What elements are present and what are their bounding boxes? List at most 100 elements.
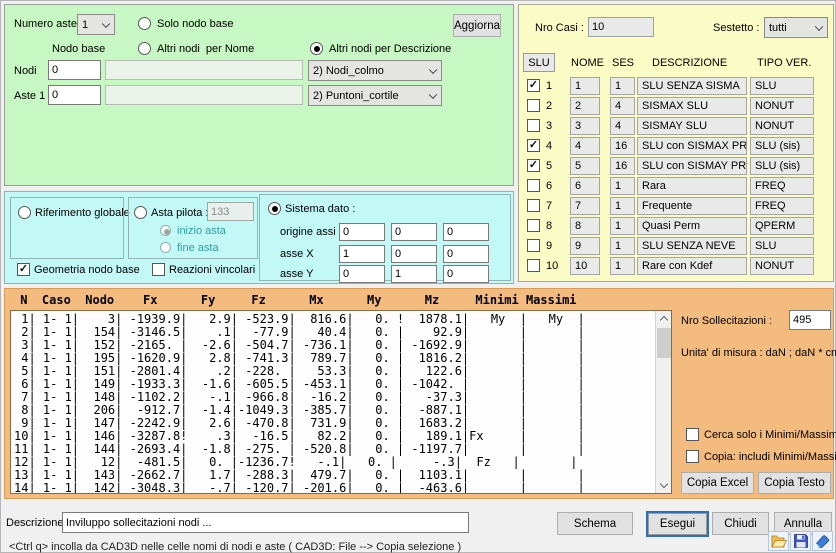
caso-nome-field[interactable]: 8 [570, 217, 600, 235]
aggiorna-button[interactable]: Aggiorna [453, 14, 501, 37]
caso-tipo-ver-field[interactable]: SLU (sis) [750, 157, 814, 175]
vertical-scrollbar[interactable] [655, 311, 671, 493]
caso-ses-field[interactable]: 1 [610, 237, 635, 255]
caso-nome-field[interactable]: 10 [570, 257, 600, 275]
caso-ses-field[interactable]: 1 [610, 197, 635, 215]
caso-nome-field[interactable]: 6 [570, 177, 600, 195]
caso-slu-checkbox[interactable] [527, 179, 540, 192]
asse-y-3-input[interactable] [443, 265, 489, 283]
scrollbar-thumb[interactable] [657, 328, 671, 358]
radio-fine-asta[interactable] [160, 242, 171, 253]
radio-asta-pilota[interactable] [134, 206, 147, 219]
caso-number: 7 [546, 200, 552, 213]
asse-y-1-input[interactable] [339, 265, 385, 283]
reazioni-vincolari-checkbox[interactable] [152, 263, 165, 276]
caso-nome-field[interactable]: 4 [570, 137, 600, 155]
caso-slu-checkbox[interactable] [527, 219, 540, 232]
caso-descrizione-field[interactable]: SISMAY SLU [637, 117, 747, 135]
caso-nome-field[interactable]: 7 [570, 197, 600, 215]
radio-solo-nodo-base[interactable] [138, 17, 151, 30]
schema-button[interactable]: Schema [557, 512, 633, 535]
geometria-nodo-base-checkbox[interactable]: ✓ [17, 263, 30, 276]
caso-nome-field[interactable]: 2 [570, 97, 600, 115]
caso-tipo-ver-field[interactable]: SLU (sis) [750, 137, 814, 155]
asse-y-2-input[interactable] [391, 265, 437, 283]
nodi-base-input[interactable] [48, 60, 101, 80]
caso-slu-checkbox[interactable]: ✓ [527, 79, 540, 92]
asta-pilota-input[interactable] [207, 202, 254, 221]
descrizione-input[interactable] [62, 512, 469, 533]
asse-x-2-input[interactable] [391, 245, 437, 263]
caso-descrizione-field[interactable]: SLU SENZA NEVE [637, 237, 747, 255]
caso-ses-field[interactable]: 1 [610, 77, 635, 95]
save-button[interactable] [790, 531, 811, 551]
caso-nome-field[interactable]: 1 [570, 77, 600, 95]
numero-aste-combobox[interactable]: 1 [77, 14, 115, 35]
caso-nome-field[interactable]: 9 [570, 237, 600, 255]
caso-slu-checkbox[interactable] [527, 239, 540, 252]
caso-tipo-ver-field[interactable]: NONUT [750, 97, 814, 115]
caso-ses-field[interactable]: 4 [610, 117, 635, 135]
caso-ses-field[interactable]: 1 [610, 257, 635, 275]
caso-tipo-ver-field[interactable]: FREQ [750, 177, 814, 195]
nodi-nomi-input[interactable] [105, 60, 303, 80]
caso-descrizione-field[interactable]: SLU con SISMAX PRINC [637, 137, 747, 155]
caso-ses-field[interactable]: 4 [610, 97, 635, 115]
caso-tipo-ver-field[interactable]: NONUT [750, 257, 814, 275]
origine-y-input[interactable] [391, 223, 437, 241]
cerca-minimi-massimi-checkbox[interactable] [686, 428, 699, 441]
origine-z-input[interactable] [443, 223, 489, 241]
aste-descrizione-combobox[interactable]: 2) Puntoni_cortile [308, 85, 442, 106]
radio-riferimento-globale[interactable] [18, 206, 31, 219]
esegui-button[interactable]: Esegui [648, 513, 707, 535]
caso-ses-field[interactable]: 1 [610, 217, 635, 235]
caso-slu-checkbox[interactable] [527, 259, 540, 272]
caso-descrizione-field[interactable]: Rara [637, 177, 747, 195]
radio-altri-nodi-nome[interactable] [138, 42, 151, 55]
aste-nomi-input[interactable] [105, 85, 303, 105]
aste-base-input[interactable] [48, 85, 101, 105]
caso-slu-checkbox[interactable] [527, 119, 540, 132]
caso-descrizione-field[interactable]: Rare con Kdef [637, 257, 747, 275]
nro-sollecitazioni-input[interactable] [789, 310, 831, 330]
nro-casi-input[interactable] [588, 17, 654, 37]
scroll-down-icon[interactable] [656, 478, 672, 493]
copia-includi-minimi-checkbox[interactable] [686, 450, 699, 463]
column-header-slu[interactable]: SLU [523, 53, 555, 72]
chiudi-button[interactable]: Chiudi [712, 512, 769, 535]
asse-x-3-input[interactable] [443, 245, 489, 263]
caso-descrizione-field[interactable]: Frequente [637, 197, 747, 215]
caso-tipo-ver-field[interactable]: SLU [750, 77, 814, 95]
radio-inizio-asta[interactable] [160, 225, 171, 236]
caso-slu-checkbox[interactable] [527, 99, 540, 112]
caso-nome-field[interactable]: 3 [570, 117, 600, 135]
origine-x-input[interactable] [339, 223, 385, 241]
eraser-tool-button[interactable] [812, 531, 833, 551]
sestetto-combobox[interactable]: tutti [764, 17, 828, 38]
copia-excel-button[interactable]: Copia Excel [681, 472, 754, 494]
caso-slu-checkbox[interactable]: ✓ [527, 159, 540, 172]
caso-tipo-ver-field[interactable]: QPERM [750, 217, 814, 235]
caso-tipo-ver-field[interactable]: FREQ [750, 197, 814, 215]
asse-x-1-input[interactable] [339, 245, 385, 263]
caso-slu-checkbox[interactable] [527, 199, 540, 212]
open-file-button[interactable] [768, 531, 789, 551]
sollecitazioni-list[interactable]: 1| 1- 1| 3| -1939.9| 2.9| -523.9| 816.6|… [10, 310, 672, 494]
caso-descrizione-field[interactable]: Quasi Perm [637, 217, 747, 235]
caso-ses-field[interactable]: 1 [610, 177, 635, 195]
caso-tipo-ver-field[interactable]: NONUT [750, 117, 814, 135]
caso-slu-checkbox[interactable]: ✓ [527, 139, 540, 152]
nodi-descrizione-combobox[interactable]: 2) Nodi_colmo [308, 60, 442, 81]
caso-ses-field[interactable]: 16 [610, 137, 635, 155]
caso-descrizione-field[interactable]: SLU con SISMAY PRINC [637, 157, 747, 175]
caso-descrizione-field[interactable]: SLU SENZA SISMA [637, 77, 747, 95]
caso-ses-field[interactable]: 16 [610, 157, 635, 175]
scroll-up-icon[interactable] [656, 311, 672, 326]
sollecitazioni-row[interactable]: 14| 1- 1| 142| -3048.3| -.7| -120.7| -20… [14, 482, 585, 494]
copia-testo-button[interactable]: Copia Testo [758, 472, 831, 494]
radio-altri-nodi-descrizione[interactable] [310, 42, 323, 55]
radio-sistema-dato[interactable] [268, 202, 281, 215]
caso-descrizione-field[interactable]: SISMAX SLU [637, 97, 747, 115]
caso-tipo-ver-field[interactable]: SLU [750, 237, 814, 255]
caso-nome-field[interactable]: 5 [570, 157, 600, 175]
